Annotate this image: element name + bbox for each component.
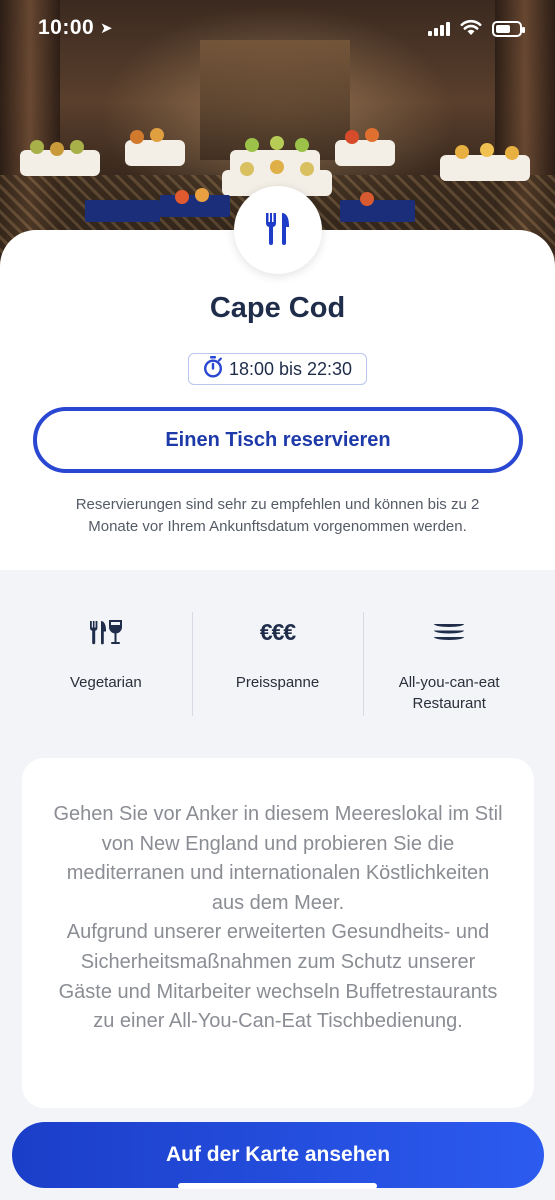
status-time: 10:00 bbox=[38, 16, 95, 39]
status-bar: 10:00 ➤ bbox=[0, 0, 555, 60]
stopwatch-icon bbox=[203, 355, 223, 383]
vegetarian-icon bbox=[89, 612, 123, 652]
description-paragraph: Gehen Sie vor Anker in diesem Meeresloka… bbox=[53, 803, 503, 914]
features-row: Vegetarian €€€ Preisspanne All-you-can-e… bbox=[20, 612, 535, 716]
all-you-can-eat-icon bbox=[433, 612, 465, 652]
wifi-icon bbox=[460, 18, 482, 41]
description-card: Gehen Sie vor Anker in diesem Meeresloka… bbox=[22, 758, 534, 1108]
reserve-table-button[interactable]: Einen Tisch reservieren bbox=[33, 407, 523, 473]
price-icon: €€€ bbox=[259, 618, 296, 645]
feature-label-price: Preisspanne bbox=[235, 674, 320, 691]
feature-label-all-you-can-eat: All-you-can-eat Restaurant bbox=[398, 674, 500, 712]
home-indicator bbox=[178, 1183, 377, 1189]
location-arrow-icon: ➤ bbox=[100, 20, 113, 37]
description-paragraph: Aufgrund unserer erweiterten Gesundheits… bbox=[58, 921, 498, 1033]
feature-label-vegetarian: Vegetarian bbox=[69, 674, 142, 691]
opening-hours-badge: 18:00 bis 22:30 bbox=[188, 353, 367, 385]
feature-price: €€€ Preisspanne bbox=[191, 612, 364, 716]
battery-icon bbox=[492, 21, 525, 37]
restaurant-type-badge bbox=[234, 186, 322, 274]
cellular-signal-icon bbox=[428, 22, 450, 36]
cutlery-icon bbox=[263, 211, 293, 250]
reservation-note: Reservierungen sind sehr zu empfehlen un… bbox=[75, 496, 480, 535]
restaurant-name: Cape Cod bbox=[209, 292, 346, 324]
view-on-map-button[interactable]: Auf der Karte ansehen bbox=[12, 1122, 544, 1188]
feature-all-you-can-eat: All-you-can-eat Restaurant bbox=[363, 612, 535, 716]
feature-vegetarian: Vegetarian bbox=[20, 612, 192, 716]
opening-hours-text: 18:00 bis 22:30 bbox=[228, 358, 353, 379]
